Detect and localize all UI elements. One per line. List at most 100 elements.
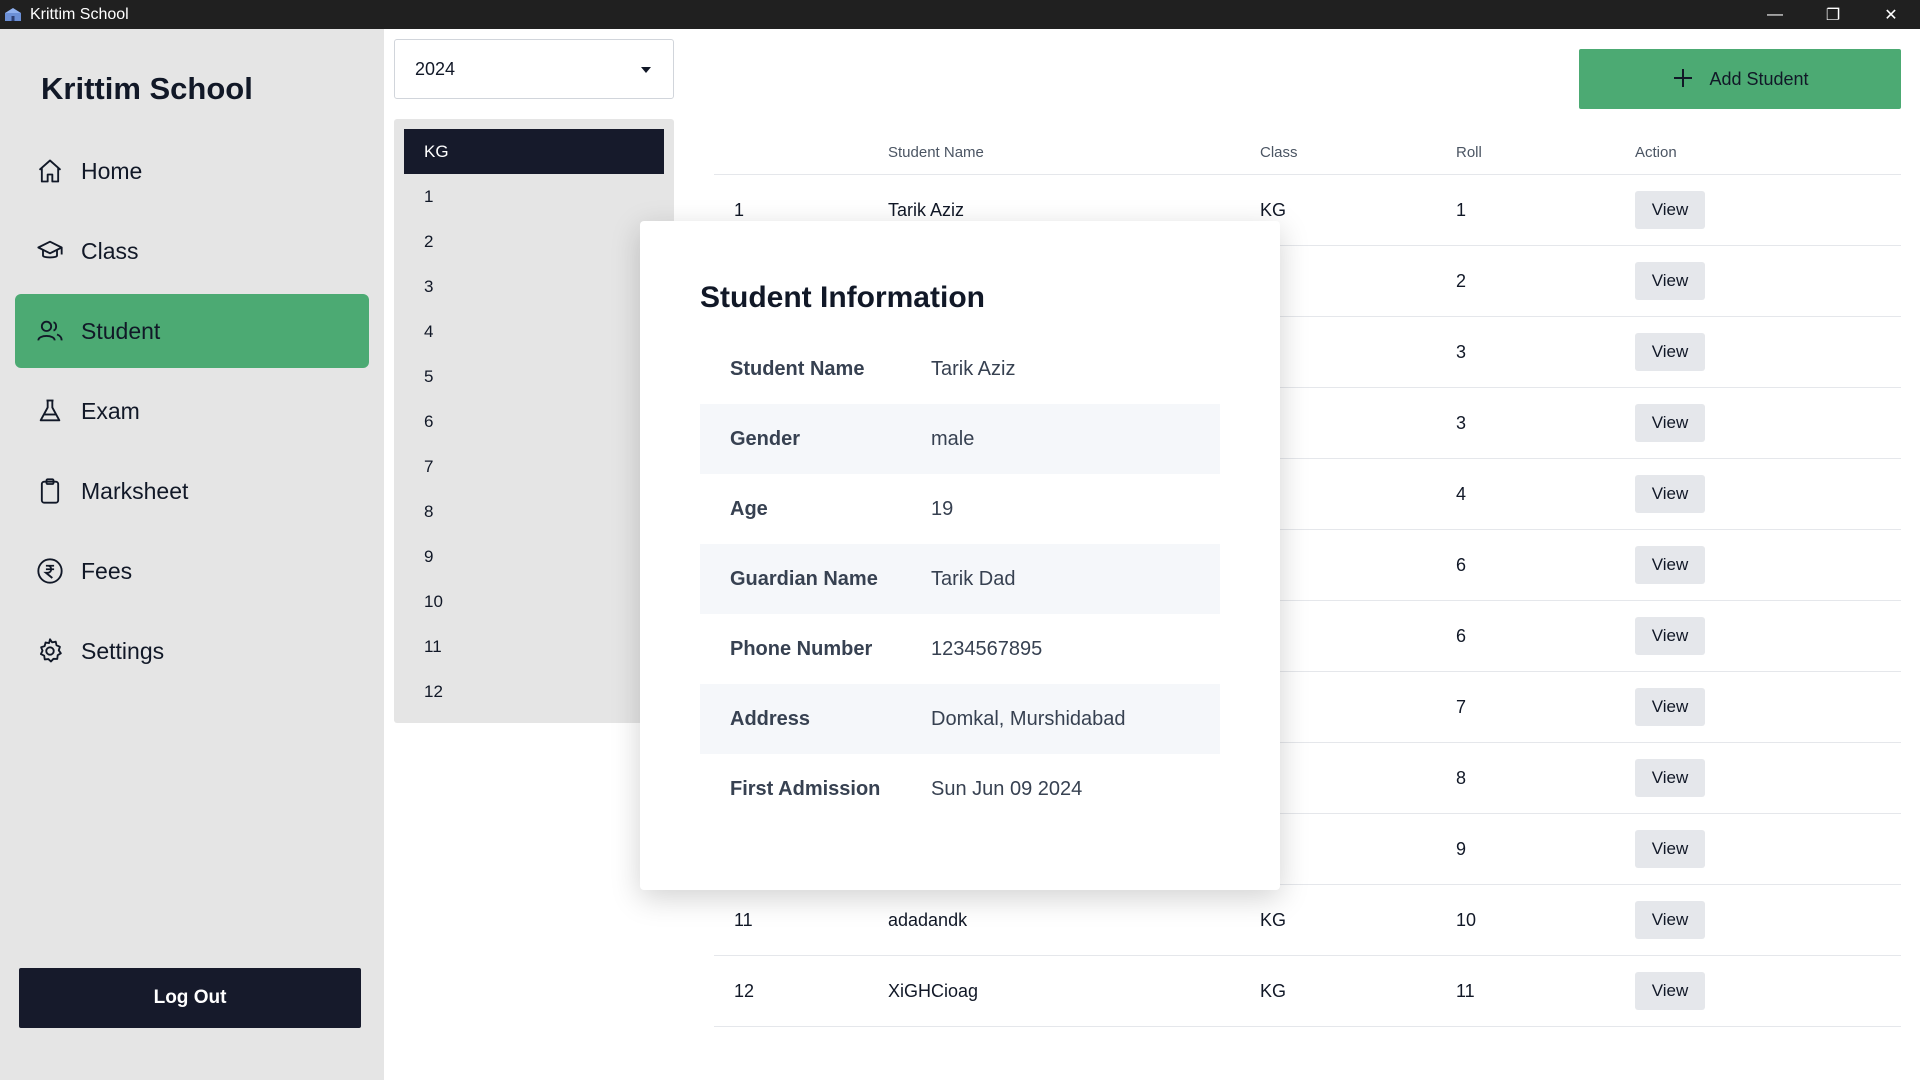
cell-action: View (1635, 972, 1901, 1010)
modal-title: Student Information (700, 281, 985, 314)
window-controls: — ❐ ✕ (1746, 0, 1920, 29)
view-button[interactable]: View (1635, 972, 1705, 1010)
info-label: Phone Number (730, 637, 873, 660)
sidebar-item-home[interactable]: Home (15, 134, 369, 208)
info-label: Address (730, 707, 811, 730)
class-item-12[interactable]: 12 (404, 669, 664, 714)
view-button[interactable]: View (1635, 688, 1705, 726)
info-row-student-name: Student Name Tarik Aziz (700, 334, 1220, 404)
header-roll: Roll (1456, 143, 1482, 161)
info-row-age: Age 19 (700, 474, 1220, 544)
cell-class: KG (1260, 909, 1287, 930)
class-item-10[interactable]: 10 (404, 579, 664, 624)
view-button[interactable]: View (1635, 546, 1705, 584)
class-item-11[interactable]: 11 (404, 624, 664, 669)
class-item-kg[interactable]: KG (404, 129, 664, 174)
cell-action: View (1635, 830, 1901, 868)
sidebar-item-exam[interactable]: Exam (15, 374, 369, 448)
add-student-button[interactable]: Add Student (1579, 49, 1901, 109)
cell-roll: 3 (1456, 341, 1467, 362)
cell-roll: 7 (1456, 696, 1467, 717)
logout-button[interactable]: Log Out (19, 968, 361, 1028)
gear-icon (35, 636, 65, 666)
sidebar-item-marksheet[interactable]: Marksheet (15, 454, 369, 528)
class-item-5[interactable]: 5 (404, 354, 664, 399)
class-item-1[interactable]: 1 (404, 174, 664, 219)
info-value: Tarik Aziz (931, 357, 1016, 380)
cell-no: 11 (734, 909, 753, 930)
cell-roll: 11 (1456, 980, 1475, 1001)
view-button[interactable]: View (1635, 617, 1705, 655)
cell-roll: 8 (1456, 767, 1467, 788)
info-row-first-admission: First Admission Sun Jun 09 2024 (700, 754, 1220, 824)
close-button[interactable]: ✕ (1862, 0, 1920, 29)
sidebar-item-label: Exam (81, 397, 140, 424)
class-item-6[interactable]: 6 (404, 399, 664, 444)
sidebar-item-label: Class (81, 237, 139, 264)
cell-class: KG (1260, 199, 1287, 220)
app-icon (4, 7, 24, 23)
info-row-guardian-name: Guardian Name Tarik Dad (700, 544, 1220, 614)
cell-action: View (1635, 546, 1901, 584)
brand-title: Krittim School (41, 71, 253, 106)
view-button[interactable]: View (1635, 830, 1705, 868)
view-button[interactable]: View (1635, 262, 1705, 300)
cell-action: View (1635, 475, 1901, 513)
cell-action: View (1635, 404, 1901, 442)
year-select[interactable]: 2024 (394, 39, 674, 99)
view-button[interactable]: View (1635, 333, 1705, 371)
info-label: First Admission (730, 777, 881, 800)
sidebar-item-label: Home (81, 157, 143, 184)
view-button[interactable]: View (1635, 759, 1705, 797)
view-button[interactable]: View (1635, 404, 1705, 442)
cell-class: KG (1260, 980, 1287, 1001)
cell-no: 1 (734, 199, 745, 220)
sidebar-item-fees[interactable]: Fees (15, 534, 369, 608)
view-button[interactable]: View (1635, 475, 1705, 513)
cell-roll: 1 (1456, 199, 1467, 220)
cell-roll: 2 (1456, 270, 1467, 291)
cell-student-name: XiGHCioag (888, 980, 979, 1001)
info-row-gender: Gender male (700, 404, 1220, 474)
window-titlebar: Krittim School — ❐ ✕ (0, 0, 1920, 29)
cell-roll: 6 (1456, 554, 1467, 575)
view-button[interactable]: View (1635, 901, 1705, 939)
sidebar-item-settings[interactable]: Settings (15, 614, 369, 688)
info-label: Student Name (730, 357, 865, 380)
info-value: 19 (931, 497, 954, 520)
sidebar-item-class[interactable]: Class (15, 214, 369, 288)
year-select-value: 2024 (415, 58, 456, 79)
class-item-7[interactable]: 7 (404, 444, 664, 489)
class-item-2[interactable]: 2 (404, 219, 664, 264)
header-action: Action (1635, 143, 1677, 161)
info-label: Gender (730, 427, 801, 450)
class-item-9[interactable]: 9 (404, 534, 664, 579)
table-header: Student Name Class Roll Action (714, 130, 1901, 175)
class-item-3[interactable]: 3 (404, 264, 664, 309)
add-student-label: Add Student (1709, 68, 1809, 89)
clipboard-icon (35, 476, 65, 506)
class-item-4[interactable]: 4 (404, 309, 664, 354)
header-student-name: Student Name (888, 143, 984, 161)
info-value: 1234567895 (931, 637, 1043, 660)
sidebar-item-student[interactable]: Student (15, 294, 369, 368)
users-icon (35, 316, 65, 346)
info-value: Tarik Dad (931, 567, 1016, 590)
cell-action: View (1635, 262, 1901, 300)
info-row-address: Address Domkal, Murshidabad (700, 684, 1220, 754)
class-item-8[interactable]: 8 (404, 489, 664, 534)
caret-down-icon (641, 67, 651, 73)
sidebar-item-label: Marksheet (81, 477, 189, 504)
minimize-button[interactable]: — (1746, 0, 1804, 29)
restore-button[interactable]: ❐ (1804, 0, 1862, 29)
student-info-modal: Student Information Student Name Tarik A… (640, 221, 1280, 890)
cell-roll: 10 (1456, 909, 1477, 930)
view-button[interactable]: View (1635, 191, 1705, 229)
flask-icon (35, 396, 65, 426)
class-list: KG 1 2 3 4 5 6 7 8 9 10 11 12 (394, 119, 674, 723)
info-row-phone-number: Phone Number 1234567895 (700, 614, 1220, 684)
cell-roll: 9 (1456, 838, 1467, 859)
cell-action: View (1635, 617, 1901, 655)
graduation-cap-icon (35, 236, 65, 266)
cell-no: 12 (734, 980, 755, 1001)
